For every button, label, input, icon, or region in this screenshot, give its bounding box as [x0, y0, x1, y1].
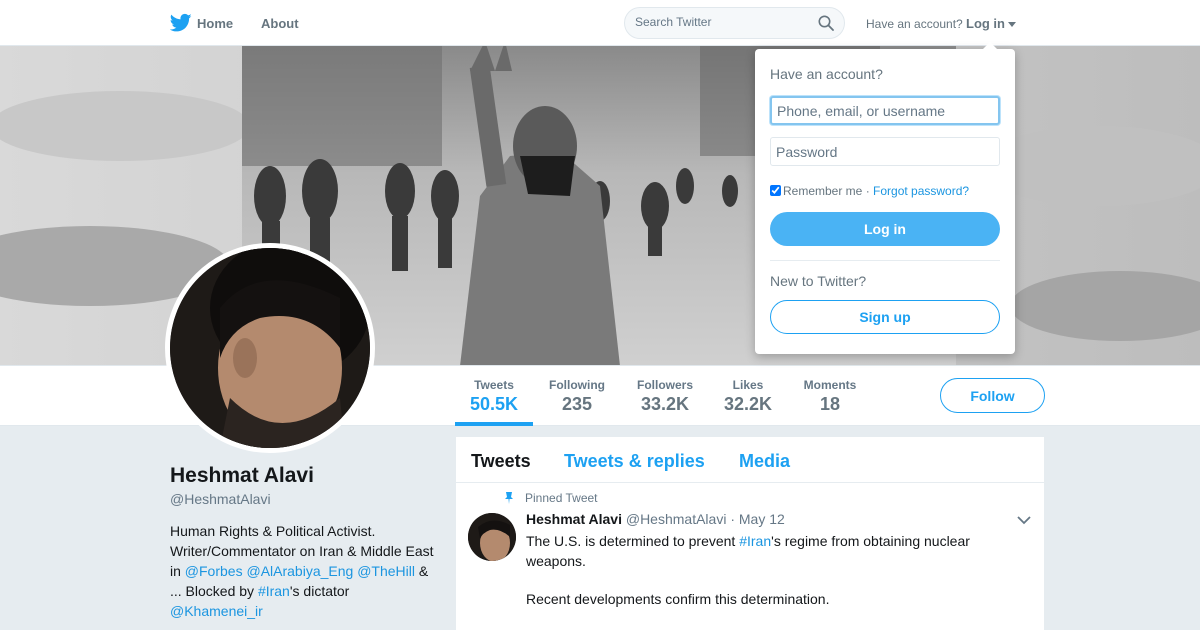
forgot-password-link[interactable]: Forgot password? — [873, 184, 969, 198]
search-icon[interactable] — [818, 15, 834, 31]
signup-button[interactable]: Sign up — [770, 300, 1000, 334]
login-link-label: Log in — [966, 16, 1005, 31]
tweet-author-handle[interactable]: @HeshmatAlavi — [626, 511, 727, 527]
login-button[interactable]: Log in — [770, 212, 1000, 246]
separator: · — [862, 184, 874, 198]
search-box[interactable] — [624, 7, 845, 39]
tweet-text-paragraph: Recent developments confirm this determi… — [526, 591, 830, 607]
remember-me-checkbox[interactable] — [770, 185, 781, 196]
pinned-tweet-label: Pinned Tweet — [525, 491, 598, 505]
tweet-date[interactable]: · May 12 — [730, 511, 784, 527]
bio-link-khamenei[interactable]: @Khamenei_ir — [170, 603, 263, 619]
follow-button[interactable]: Follow — [940, 378, 1045, 413]
search-input[interactable] — [635, 15, 815, 29]
tweet-avatar[interactable] — [468, 513, 516, 561]
tweet-text: The U.S. is determined to prevent #Iran'… — [526, 531, 996, 571]
login-dropdown: Have an account? Remember me · Forgot pa… — [755, 42, 1015, 354]
stat-followers[interactable]: Followers 33.2K — [636, 378, 694, 415]
stat-label: Following — [549, 378, 605, 392]
bio-link-alarabiya[interactable]: @AlArabiya_Eng — [246, 563, 353, 579]
bio-link-forbes[interactable]: @Forbes — [185, 563, 243, 579]
password-field[interactable] — [770, 137, 1000, 166]
profile-handle[interactable]: @HeshmatAlavi — [170, 491, 271, 507]
tweet-header: Heshmat Alavi @HeshmatAlavi · May 12 — [526, 511, 785, 527]
profile-avatar[interactable] — [165, 243, 375, 453]
bio-hashtag-iran[interactable]: #Iran — [258, 583, 290, 599]
timeline: Tweets Tweets & replies Media Pinned Twe… — [456, 437, 1044, 630]
top-navigation: Home About Have an account? Log in — [0, 0, 1200, 46]
tweet-text-part: The U.S. is determined to prevent — [526, 533, 740, 549]
stat-label: Likes — [732, 378, 764, 392]
pin-icon — [505, 492, 513, 504]
bio-text: 's dictator — [289, 583, 350, 599]
have-account-text: Have an account? — [866, 17, 963, 31]
username-field[interactable] — [770, 96, 1000, 125]
stat-likes[interactable]: Likes 32.2K — [724, 378, 772, 415]
stat-value: 50.5K — [470, 394, 519, 414]
profile-name[interactable]: Heshmat Alavi — [170, 464, 314, 488]
tweet-author-name[interactable]: Heshmat Alavi — [526, 511, 622, 527]
remember-me-label[interactable]: Remember me — [783, 184, 862, 198]
stat-tweets[interactable]: Tweets 50.5K — [470, 378, 518, 415]
stat-label: Tweets — [474, 378, 514, 392]
stat-value: 18 — [819, 394, 841, 414]
bio-link-thehill[interactable]: @TheHill — [357, 563, 415, 579]
tweet-hashtag-iran[interactable]: #Iran — [739, 533, 771, 549]
stat-moments[interactable]: Moments 18 — [802, 378, 858, 415]
chevron-down-icon[interactable] — [1017, 515, 1031, 525]
stat-value: 33.2K — [640, 394, 690, 414]
tab-tweets-replies[interactable]: Tweets & replies — [564, 451, 705, 472]
stat-following[interactable]: Following 235 — [548, 378, 606, 415]
stat-label: Followers — [636, 378, 693, 392]
timeline-tabs: Tweets Tweets & replies Media — [456, 437, 1044, 483]
active-stat-indicator — [455, 422, 533, 426]
tab-tweets[interactable]: Tweets — [471, 451, 531, 472]
stat-value: 235 — [561, 394, 593, 414]
nav-home-link[interactable]: Home — [197, 16, 233, 31]
login-dropdown-title: Have an account? — [770, 66, 883, 82]
nav-about-link[interactable]: About — [261, 16, 299, 31]
caret-down-icon — [1008, 22, 1016, 28]
tab-media[interactable]: Media — [739, 451, 790, 472]
twitter-bird-icon[interactable] — [170, 13, 192, 33]
login-dropdown-toggle[interactable]: Log in — [966, 16, 1016, 31]
remember-me-row: Remember me · Forgot password? — [770, 184, 969, 198]
new-to-twitter-text: New to Twitter? — [770, 273, 867, 289]
stat-label: Moments — [803, 378, 857, 392]
divider — [770, 260, 1000, 261]
profile-bio: Human Rights & Political Activist. Write… — [170, 521, 438, 621]
stat-value: 32.2K — [724, 394, 773, 414]
